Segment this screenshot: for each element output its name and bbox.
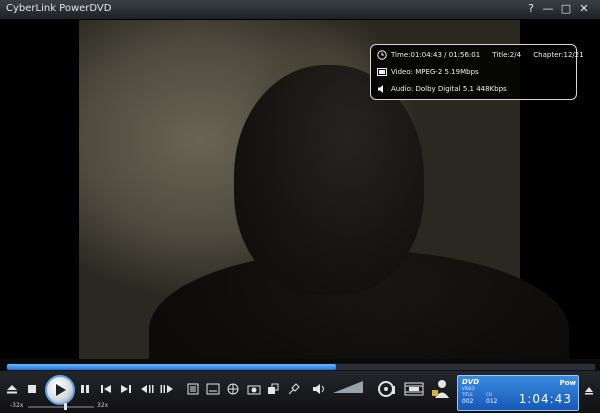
osd-audio: Audio: Dolby Digital 5.1 448Kbps [391,85,507,93]
dvd-title-label: TITLE [462,392,473,397]
maximize-button[interactable]: □ [559,2,573,16]
osd-video-row: Video: MPEG-2 5.19Mbps [377,65,479,79]
osd-chapter: Chapter:12/21 [533,51,584,59]
player-window: CyberLink PowerDVD ? — □ ✕ Time:01:04:43… [0,0,600,413]
language-icon[interactable] [227,383,239,395]
pause-icon[interactable] [80,384,90,394]
speed-slider[interactable] [28,403,94,410]
osd-title: Title:2/4 [492,51,522,59]
seek-progress [7,364,337,370]
zoom-icon[interactable] [267,383,279,395]
expand-up-icon[interactable] [583,384,595,396]
info-osd: Time:01:04:43 / 01:56:01 Title:2/4 Chapt… [370,44,584,100]
dvd-title-value: 002 [462,398,474,405]
menu-icon[interactable] [187,383,199,395]
dvd-sublabel: VIDEO [462,386,475,391]
help-button[interactable]: ? [524,2,538,16]
volume-icon[interactable] [312,383,326,395]
clock-icon [377,50,387,60]
osd-time: Time:01:04:43 / 01:56:01 [391,51,481,59]
osd-time-row: Time:01:04:43 / 01:56:01 Title:2/4 Chapt… [377,48,584,62]
close-button[interactable]: ✕ [577,2,591,16]
dvd-time: 1:04:43 [518,392,572,406]
minimize-button[interactable]: — [541,2,555,16]
dvd-status-panel[interactable]: DVD VIDEO Pow TITLE 002 CH 012 1:04:43 [457,375,579,411]
snapshot-icon[interactable] [247,383,261,395]
seek-bar[interactable] [6,363,596,371]
filmstrip-icon[interactable] [404,380,424,398]
speed-max-label: 32x [97,402,109,409]
subtitle-icon[interactable] [206,383,220,395]
play-icon [56,384,66,396]
user-icon[interactable] [431,378,451,400]
step-forward-icon[interactable] [160,384,174,394]
title-bar[interactable]: CyberLink PowerDVD ? — □ ✕ [0,0,600,20]
speed-knob[interactable] [64,403,67,410]
eject-icon[interactable] [5,384,19,394]
next-icon[interactable] [120,384,132,394]
stop-icon[interactable] [27,384,37,394]
film-icon [377,68,387,76]
dvd-chapter-value: 012 [486,398,498,405]
step-back-icon[interactable] [140,384,154,394]
speed-min-label: -32x [10,402,24,409]
disc-icon[interactable] [378,380,396,398]
settings-icon[interactable] [287,383,301,395]
volume-slider[interactable] [333,381,363,393]
osd-video: Video: MPEG-2 5.19Mbps [391,68,479,76]
video-viewport[interactable]: Time:01:04:43 / 01:56:01 Title:2/4 Chapt… [0,20,600,359]
app-title: CyberLink PowerDVD [6,3,112,14]
osd-audio-row: Audio: Dolby Digital 5.1 448Kbps [377,82,507,96]
speaker-icon [378,85,383,93]
dvd-chapter-label: CH [486,392,492,397]
dvd-logo: DVD [462,378,480,386]
power-label: Pow [559,379,576,387]
play-button[interactable] [45,375,75,405]
previous-icon[interactable] [100,384,112,394]
control-bar: -32x 32x DVD VIDEO Pow TITLE 002 CH 012 … [0,371,600,413]
